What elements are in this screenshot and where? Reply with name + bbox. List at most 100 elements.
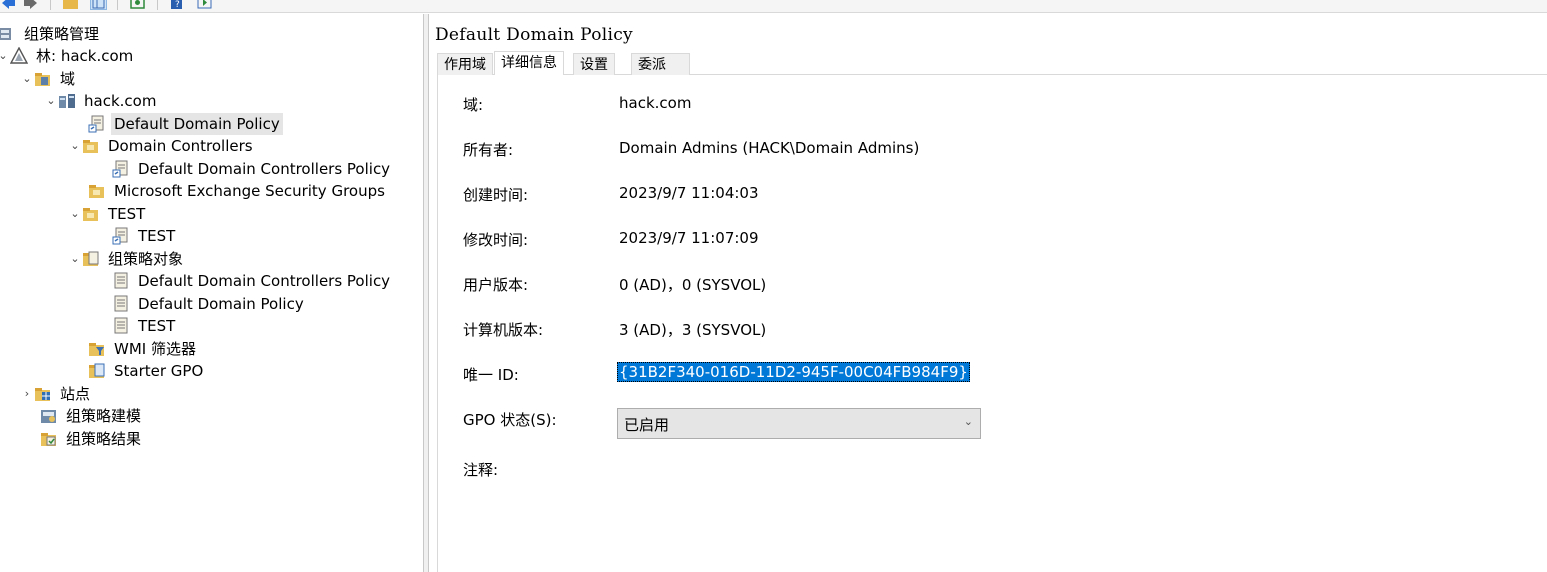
tree-item-test-link[interactable]: TEST [98, 225, 178, 247]
gpo-status-dropdown[interactable]: 已启用 ⌄ [617, 408, 981, 439]
tree-item-label: WMI 筛选器 [114, 340, 196, 358]
created-value: 2023/9/7 11:04:03 [619, 184, 759, 202]
tree-item-label: TEST [108, 205, 146, 223]
tree-item-label: 组策略结果 [66, 430, 142, 448]
computer-version-label: 计算机版本: [463, 321, 544, 339]
tree-item-starter-gpo[interactable]: Starter GPO [74, 360, 206, 382]
created-label: 创建时间: [463, 186, 529, 204]
gpo-link-icon [88, 115, 106, 133]
sites-icon [34, 385, 52, 403]
chevron-down-icon[interactable]: ⌄ [20, 68, 34, 90]
ou-folder-icon [82, 205, 100, 223]
unique-id-value[interactable]: {31B2F340-016D-11D2-945F-00C04FB984F9} [617, 362, 970, 382]
gpo-icon [112, 295, 130, 313]
forest-icon [9, 46, 29, 65]
folder-icon[interactable] [62, 0, 79, 10]
tab-scope[interactable]: 作用域 [437, 53, 493, 75]
tree-item-label: 组策略对象 [108, 250, 184, 268]
forward-icon[interactable] [22, 0, 39, 10]
tree-item-label: 域 [60, 70, 76, 88]
tree-item-default-domain-policy[interactable]: Default Domain Policy [74, 113, 283, 135]
svg-text:?: ? [175, 0, 180, 10]
tree-item-sites[interactable]: › 站点 [20, 383, 93, 405]
ou-folder-icon [88, 182, 106, 200]
refresh-icon[interactable] [129, 0, 146, 10]
details-pane: Default Domain Policy 作用域 详细信息 设置 委派 域: … [429, 14, 1547, 572]
user-version-label: 用户版本: [463, 276, 529, 294]
action-pane-icon[interactable] [196, 0, 213, 10]
tree-item-gpo-dc-policy[interactable]: Default Domain Controllers Policy [98, 270, 393, 292]
tree-item-label: Default Domain Policy [138, 295, 304, 313]
gpo-status-label: GPO 状态(S): [463, 411, 557, 429]
domain-label: 域: [463, 96, 484, 114]
modified-label: 修改时间: [463, 231, 529, 249]
unique-id-selected-text[interactable]: {31B2F340-016D-11D2-945F-00C04FB984F9} [617, 362, 970, 382]
modeling-icon [40, 407, 58, 425]
wmi-filter-icon [88, 340, 106, 358]
chevron-right-icon[interactable]: › [20, 383, 34, 405]
console-tree[interactable]: 组策略管理 ⌄ 林: hack.com ⌄ 域 ⌄ hack.com Defau… [0, 14, 423, 572]
tree-item-gp-results[interactable]: 组策略结果 [26, 428, 144, 450]
tree-item-gpo-domain-policy[interactable]: Default Domain Policy [98, 293, 307, 315]
toolbar-separator [50, 0, 51, 10]
tree-item-label: 组策略建模 [66, 407, 142, 425]
chevron-down-icon[interactable]: ⌄ [68, 135, 82, 157]
ou-folder-icon [82, 137, 100, 155]
owner-value: Domain Admins (HACK\Domain Admins) [619, 139, 920, 157]
gpo-container-icon [82, 250, 100, 268]
chevron-down-icon[interactable]: ⌄ [0, 45, 10, 67]
tree-item-test-ou[interactable]: ⌄ TEST [68, 203, 148, 225]
starter-gpo-icon [88, 362, 106, 380]
unique-id-label: 唯一 ID: [463, 366, 519, 384]
tree-item-wmi-filters[interactable]: WMI 筛选器 [74, 338, 199, 360]
user-version-value: 0 (AD)，0 (SYSVOL) [619, 276, 767, 294]
tree-item-domains[interactable]: ⌄ 域 [20, 68, 78, 90]
gpo-icon [112, 317, 130, 335]
tree-item-label: 组策略管理 [24, 25, 100, 43]
tree-item-dc-policy-link[interactable]: Default Domain Controllers Policy [98, 158, 393, 180]
tree-item-domain-controllers[interactable]: ⌄ Domain Controllers [68, 135, 256, 157]
details-content: 域: hack.com 所有者: Domain Admins (HACK\Dom… [437, 75, 1547, 572]
tree-item-label: Default Domain Controllers Policy [138, 160, 391, 178]
toolbar-separator [117, 0, 118, 10]
tree-item-label: Microsoft Exchange Security Groups [114, 182, 385, 200]
tree-item-forest[interactable]: ⌄ 林: hack.com [0, 45, 136, 67]
toolbar: ? [0, 0, 1547, 13]
results-icon [40, 430, 58, 448]
comment-label: 注释: [463, 461, 499, 479]
tree-item-label: Default Domain Policy [111, 113, 283, 135]
tree-item-ms-exchange[interactable]: Microsoft Exchange Security Groups [74, 180, 388, 202]
tree-item-label: Starter GPO [114, 362, 204, 380]
tree-item-label: 林: hack.com [36, 47, 134, 65]
chevron-down-icon[interactable]: ⌄ [68, 203, 82, 225]
tab-settings[interactable]: 设置 [573, 53, 615, 75]
tree-item-label: TEST [138, 227, 176, 245]
chevron-down-icon[interactable]: ⌄ [964, 415, 973, 428]
domain-value: hack.com [619, 94, 692, 112]
modified-value: 2023/9/7 11:07:09 [619, 229, 759, 247]
tree-item-gpmc-root[interactable]: 组策略管理 [0, 23, 102, 45]
chevron-down-icon[interactable]: ⌄ [68, 248, 82, 270]
tab-strip: 作用域 详细信息 设置 委派 [437, 51, 1547, 76]
page-title: Default Domain Policy [435, 25, 633, 45]
tree-item-gpo-test[interactable]: TEST [98, 315, 178, 337]
tree-item-label: 站点 [60, 385, 91, 403]
owner-label: 所有者: [463, 141, 514, 159]
gpo-link-icon [112, 160, 130, 178]
domains-folder-icon [34, 70, 52, 88]
tree-item-gpo-objects[interactable]: ⌄ 组策略对象 [68, 248, 186, 270]
back-icon[interactable] [0, 0, 17, 10]
toolbar-separator [157, 0, 158, 10]
tree-item-gp-modeling[interactable]: 组策略建模 [26, 405, 144, 427]
tree-item-label: Domain Controllers [108, 137, 253, 155]
help-icon[interactable]: ? [168, 0, 185, 10]
gpmc-console-icon [0, 25, 16, 43]
tree-item-label: Default Domain Controllers Policy [138, 272, 391, 290]
tab-delegation[interactable]: 委派 [631, 53, 690, 75]
computer-version-value: 3 (AD)，3 (SYSVOL) [619, 321, 767, 339]
tree-item-label: TEST [138, 317, 176, 335]
show-hide-tree-icon[interactable] [90, 0, 107, 10]
chevron-down-icon[interactable]: ⌄ [44, 90, 58, 112]
tree-item-domain-hack[interactable]: ⌄ hack.com [44, 90, 159, 112]
tab-details[interactable]: 详细信息 [494, 51, 564, 76]
